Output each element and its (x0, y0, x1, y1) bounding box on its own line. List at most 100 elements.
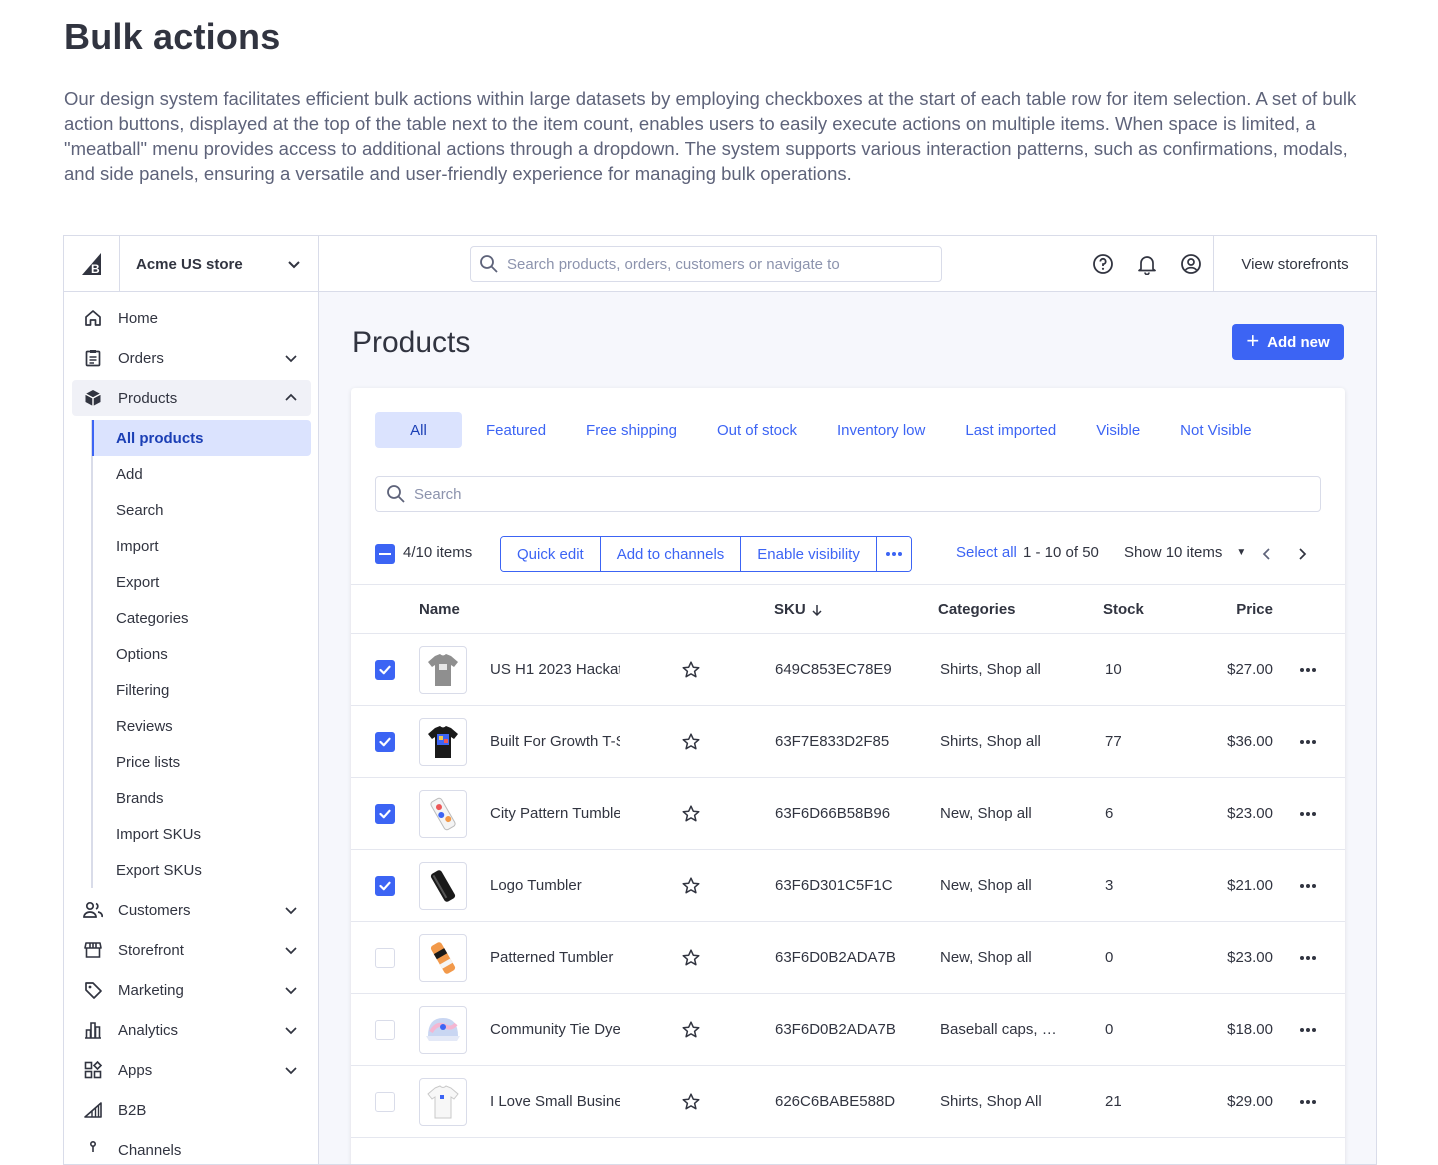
table-row[interactable]: Logo Tumbler 63F6D301C5F1C New, Shop all 3 $… (351, 850, 1345, 922)
col-stock[interactable]: Stock (1103, 601, 1144, 618)
items-per-page-select[interactable]: Show 10 items ▼ (1124, 544, 1246, 561)
row-checkbox[interactable] (375, 948, 395, 968)
product-name[interactable]: Patterned Tumbler (490, 949, 620, 966)
sidebar-sub-search[interactable]: Search (92, 492, 311, 528)
star-icon[interactable] (681, 1092, 701, 1112)
product-name[interactable]: Community Tie Dye (490, 1021, 620, 1038)
product-name[interactable]: US H1 2023 Hackathon (490, 661, 620, 678)
sidebar-item-channels[interactable]: Channels (72, 1132, 311, 1164)
product-thumbnail[interactable] (419, 646, 467, 694)
sidebar-sub-brands[interactable]: Brands (92, 780, 311, 816)
table-row[interactable]: Community Tie Dye 63F6D0B2ADA7B Baseball c… (351, 994, 1345, 1066)
star-icon[interactable] (681, 660, 701, 680)
select-all-link[interactable]: Select all (956, 544, 1017, 561)
row-actions-icon[interactable] (1297, 948, 1319, 968)
select-all-checkbox[interactable] (375, 544, 395, 564)
tab-featured[interactable]: Featured (466, 412, 566, 448)
row-checkbox[interactable] (375, 804, 395, 824)
sidebar-item-home[interactable]: Home (72, 300, 311, 336)
sidebar-sub-add[interactable]: Add (92, 456, 311, 492)
tab-last-imported[interactable]: Last imported (945, 412, 1076, 448)
bell-icon[interactable] (1135, 252, 1159, 276)
bigcommerce-logo[interactable]: B (64, 236, 120, 292)
sidebar-sub-options[interactable]: Options (92, 636, 311, 672)
chevron-down-icon (281, 940, 301, 960)
sidebar-sub-export-skus[interactable]: Export SKUs (92, 852, 311, 888)
table-row[interactable]: I Love Small Business 626C6BABE588D Shirts… (351, 1066, 1345, 1138)
sidebar-sub-filtering[interactable]: Filtering (92, 672, 311, 708)
row-actions-icon[interactable] (1297, 804, 1319, 824)
svg-text:B: B (91, 262, 100, 276)
col-categories[interactable]: Categories (938, 601, 1016, 618)
add-new-button[interactable]: + Add new (1232, 324, 1344, 360)
product-search-input[interactable] (414, 485, 1320, 503)
sidebar-sub-import-skus[interactable]: Import SKUs (92, 816, 311, 852)
star-icon[interactable] (681, 804, 701, 824)
enable-visibility-button[interactable]: Enable visibility (741, 537, 877, 571)
sidebar-sub-reviews[interactable]: Reviews (92, 708, 311, 744)
add-to-channels-button[interactable]: Add to channels (600, 537, 742, 571)
row-actions-icon[interactable] (1297, 660, 1319, 680)
tab-all[interactable]: All (375, 412, 462, 448)
row-actions-icon[interactable] (1297, 876, 1319, 896)
sidebar-sub-export[interactable]: Export (92, 564, 311, 600)
product-thumbnail[interactable] (419, 934, 467, 982)
product-thumbnail[interactable] (419, 1006, 467, 1054)
star-icon[interactable] (681, 948, 701, 968)
table-row[interactable]: Built For Growth T-Shirt 63F7E833D2F85 Shi… (351, 706, 1345, 778)
row-checkbox[interactable] (375, 660, 395, 680)
sidebar-item-apps[interactable]: Apps (72, 1052, 311, 1088)
sidebar-sub-all-products[interactable]: All products (92, 420, 311, 456)
product-name[interactable]: Logo Tumbler (490, 877, 620, 894)
table-row[interactable]: US H1 2023 Hackathon 649C853EC78E9 Shirts,… (351, 634, 1345, 706)
product-name[interactable]: I Love Small Business (490, 1093, 620, 1110)
row-actions-icon[interactable] (1297, 1092, 1319, 1112)
view-storefronts-button[interactable]: View storefronts (1213, 236, 1376, 292)
sidebar-sub-import[interactable]: Import (92, 528, 311, 564)
product-thumbnail[interactable] (419, 718, 467, 766)
table-row[interactable]: Patterned Tumbler 63F6D0B2ADA7B New, Shop … (351, 922, 1345, 994)
account-icon[interactable] (1179, 252, 1203, 276)
row-checkbox[interactable] (375, 732, 395, 752)
sidebar-item-analytics[interactable]: Analytics (72, 1012, 311, 1048)
col-sku[interactable]: SKU (774, 601, 824, 618)
sidebar-item-orders[interactable]: Orders (72, 340, 311, 376)
help-icon[interactable] (1091, 252, 1115, 276)
star-icon[interactable] (681, 732, 701, 752)
channels-icon (82, 1139, 104, 1161)
prev-page-button[interactable] (1255, 542, 1279, 566)
global-search-input[interactable] (507, 255, 941, 273)
sidebar-item-storefront[interactable]: Storefront (72, 932, 311, 968)
sidebar-item-products[interactable]: Products (72, 380, 311, 416)
row-actions-icon[interactable] (1297, 732, 1319, 752)
tab-not-visible[interactable]: Not Visible (1160, 412, 1271, 448)
table-row[interactable]: City Pattern Tumbler 63F6D66B58B96 New, Sh… (351, 778, 1345, 850)
col-price[interactable]: Price (1236, 601, 1273, 618)
home-icon (82, 307, 104, 329)
store-selector[interactable]: Acme US store (120, 236, 319, 292)
sidebar-item-customers[interactable]: Customers (72, 892, 311, 928)
row-actions-icon[interactable] (1297, 1020, 1319, 1040)
product-thumbnail[interactable] (419, 1078, 467, 1126)
row-checkbox[interactable] (375, 876, 395, 896)
product-name[interactable]: City Pattern Tumbler (490, 805, 620, 822)
row-checkbox[interactable] (375, 1020, 395, 1040)
next-page-button[interactable] (1290, 542, 1314, 566)
sidebar-sub-price-lists[interactable]: Price lists (92, 744, 311, 780)
product-thumbnail[interactable] (419, 790, 467, 838)
product-thumbnail[interactable] (419, 862, 467, 910)
row-checkbox[interactable] (375, 1092, 395, 1112)
product-name[interactable]: Built For Growth T-Shirt (490, 733, 620, 750)
sidebar-item-b2b[interactable]: B2B (72, 1092, 311, 1128)
quick-edit-button[interactable]: Quick edit (501, 537, 601, 571)
col-name[interactable]: Name (419, 601, 460, 618)
tab-visible[interactable]: Visible (1076, 412, 1160, 448)
sidebar-item-marketing[interactable]: Marketing (72, 972, 311, 1008)
tab-free-shipping[interactable]: Free shipping (566, 412, 697, 448)
sidebar-sub-categories[interactable]: Categories (92, 600, 311, 636)
star-icon[interactable] (681, 876, 701, 896)
tab-inventory-low[interactable]: Inventory low (817, 412, 945, 448)
more-actions-button[interactable] (876, 537, 911, 571)
star-icon[interactable] (681, 1020, 701, 1040)
tab-out-of-stock[interactable]: Out of stock (697, 412, 817, 448)
